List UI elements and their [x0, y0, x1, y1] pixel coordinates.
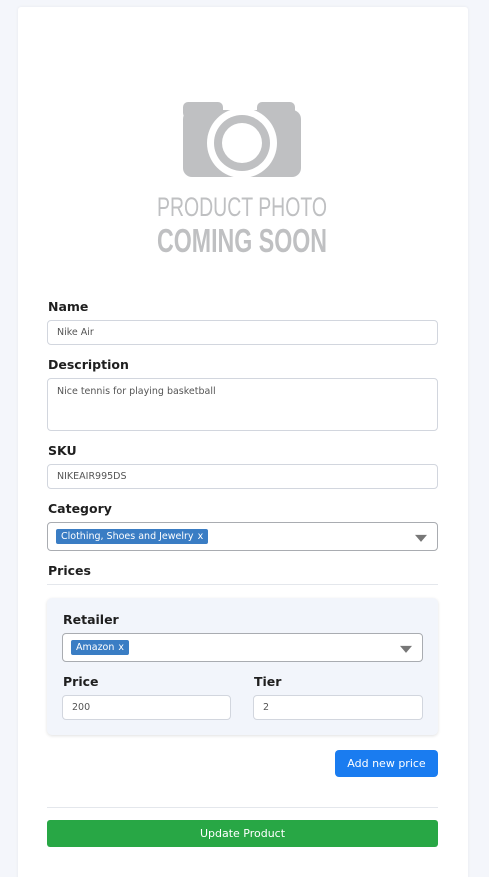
- retailer-tag-remove[interactable]: x: [118, 642, 124, 653]
- photo-text-line2: COMING SOON: [157, 222, 327, 259]
- description-textarea[interactable]: Nice tennis for playing basketball: [47, 378, 438, 431]
- prices-divider: [47, 584, 438, 585]
- price-entry-panel: Retailer Amazon x Price 200 Tier 2: [47, 598, 438, 735]
- price-value: 200: [72, 702, 91, 713]
- product-form-card: PRODUCT PHOTO COMING SOON Name Nike Air …: [18, 7, 468, 877]
- category-tag: Clothing, Shoes and Jewelry x: [56, 529, 209, 544]
- camera-icon: [183, 102, 301, 178]
- name-input[interactable]: Nike Air: [47, 320, 438, 345]
- price-input[interactable]: 200: [62, 695, 231, 720]
- add-new-price-button[interactable]: Add new price: [335, 750, 438, 777]
- chevron-down-icon[interactable]: [415, 534, 427, 542]
- chevron-down-icon[interactable]: [400, 645, 412, 653]
- retailer-tag: Amazon x: [71, 640, 130, 655]
- update-product-button[interactable]: Update Product: [47, 820, 438, 847]
- form-footer-divider: [47, 807, 438, 808]
- retailer-tag-label: Amazon: [76, 642, 115, 653]
- description-value: Nice tennis for playing basketball: [57, 386, 216, 397]
- photo-text-line1: PRODUCT PHOTO: [157, 192, 327, 222]
- category-tag-remove[interactable]: x: [198, 531, 204, 542]
- retailer-label: Retailer: [63, 612, 119, 627]
- prices-heading: Prices: [48, 563, 91, 578]
- tier-value: 2: [263, 702, 270, 713]
- name-label: Name: [48, 299, 89, 314]
- product-photo-placeholder: PRODUCT PHOTO COMING SOON: [157, 102, 327, 259]
- description-label: Description: [48, 357, 129, 372]
- retailer-select[interactable]: Amazon x: [62, 633, 423, 662]
- category-tag-label: Clothing, Shoes and Jewelry: [61, 531, 194, 542]
- category-label: Category: [48, 501, 112, 516]
- tier-label: Tier: [254, 674, 282, 689]
- name-input-value: Nike Air: [57, 327, 94, 338]
- sku-label: SKU: [48, 443, 77, 458]
- sku-value: NIKEAIR995DS: [57, 471, 127, 482]
- price-label: Price: [63, 674, 99, 689]
- sku-input[interactable]: NIKEAIR995DS: [47, 464, 438, 489]
- category-select[interactable]: Clothing, Shoes and Jewelry x: [47, 522, 438, 551]
- tier-input[interactable]: 2: [253, 695, 423, 720]
